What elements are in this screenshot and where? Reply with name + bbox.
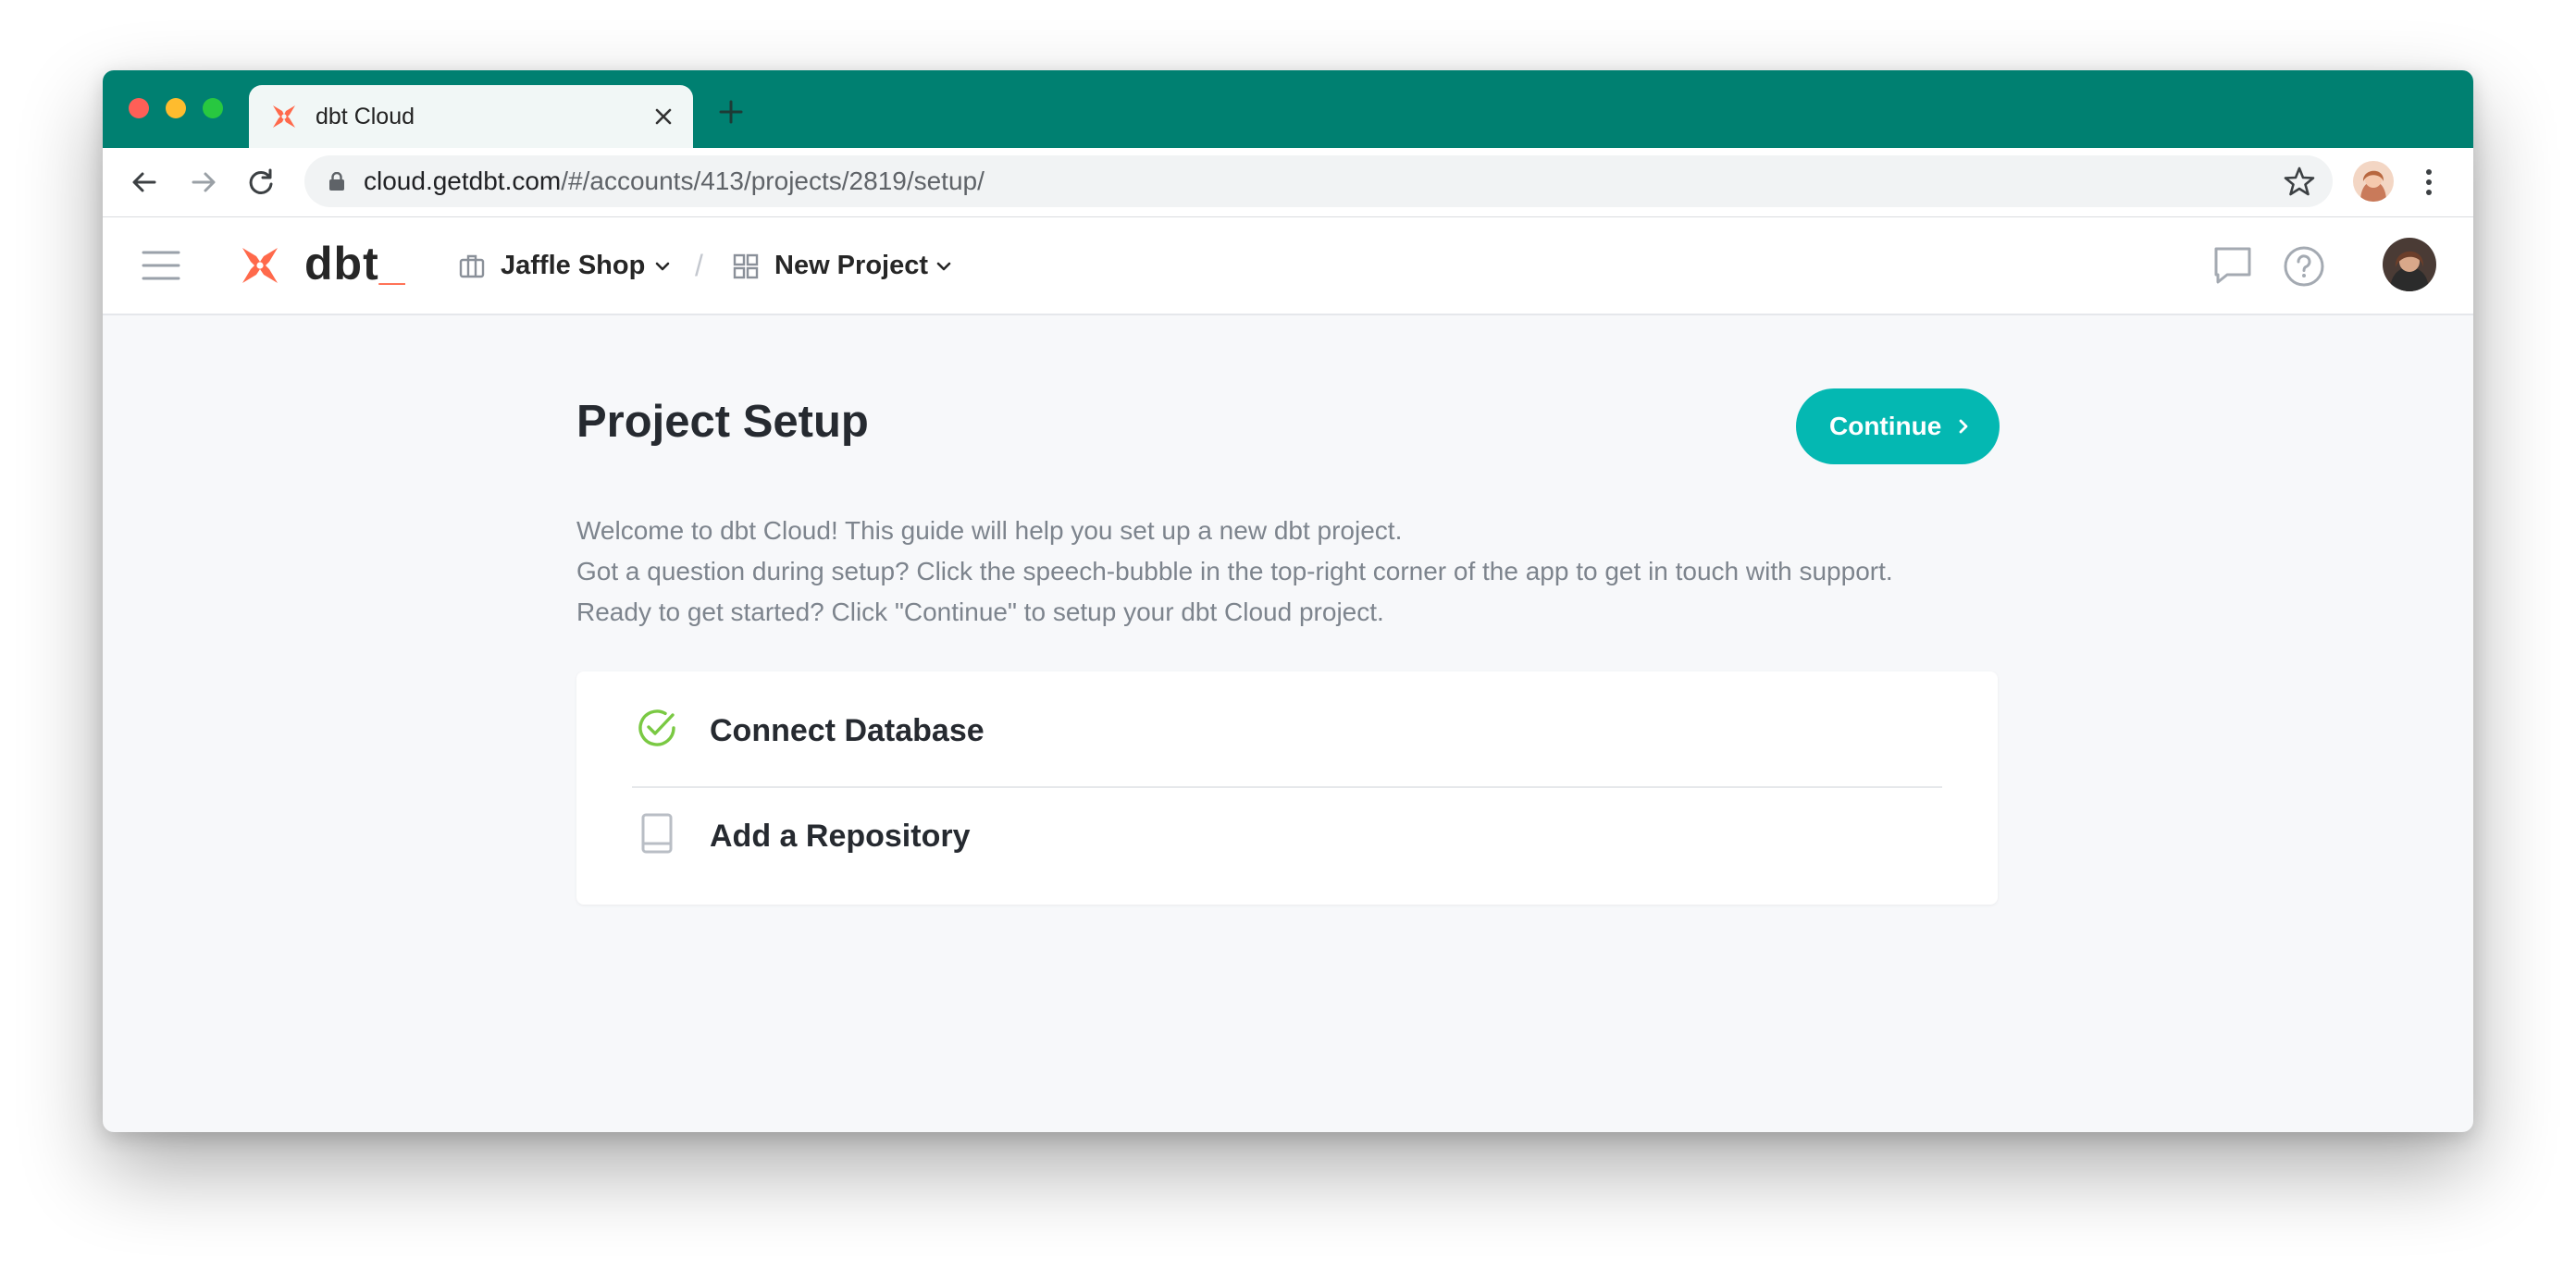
close-window-button[interactable] <box>129 98 149 118</box>
chevron-right-icon <box>1959 419 1968 434</box>
setup-steps-card: Connect Database Add a Repository <box>576 671 1998 905</box>
speech-bubble-icon[interactable] <box>2212 245 2253 286</box>
intro-text-line: Got a question during setup? Click the s… <box>576 557 1893 585</box>
browser-tab-bar: dbt Cloud <box>103 70 2473 148</box>
tab-title: dbt Cloud <box>316 104 415 129</box>
profile-photo-icon <box>2353 161 2394 202</box>
reload-icon[interactable] <box>245 166 277 198</box>
browser-menu-icon[interactable] <box>2420 166 2438 198</box>
intro-text-line: Welcome to dbt Cloud! This guide will he… <box>576 516 1403 545</box>
back-arrow-icon[interactable] <box>129 166 160 198</box>
step-label: Connect Database <box>710 713 985 748</box>
lock-icon <box>329 172 344 191</box>
user-photo-icon <box>2383 238 2436 291</box>
app-header: dbt_ Jaffle Shop / New Project <box>103 217 2473 315</box>
logo-underscore: _ <box>378 238 406 290</box>
dbt-logo-text[interactable]: dbt_ <box>304 238 406 290</box>
briefcase-icon <box>459 254 485 278</box>
chevron-down-icon <box>936 262 951 271</box>
minimize-window-button[interactable] <box>166 98 186 118</box>
url-host: cloud.getdbt.com <box>364 166 562 195</box>
step-add-repository[interactable]: Add a Repository <box>576 777 1998 882</box>
forward-arrow-icon[interactable] <box>188 166 219 198</box>
dbt-logo-icon[interactable] <box>238 243 282 288</box>
step-connect-database[interactable]: Connect Database <box>576 671 1998 788</box>
help-icon[interactable] <box>2283 245 2325 288</box>
address-bar[interactable]: cloud.getdbt.com/#/accounts/413/projects… <box>304 155 2333 207</box>
browser-toolbar: cloud.getdbt.com/#/accounts/413/projects… <box>103 148 2473 217</box>
dbt-favicon-icon <box>273 105 295 128</box>
new-tab-icon[interactable] <box>717 98 745 126</box>
url-path: /#/accounts/413/projects/2819/setup/ <box>561 166 985 195</box>
grid-icon <box>733 253 759 279</box>
url-text: cloud.getdbt.com/#/accounts/413/projects… <box>364 166 985 196</box>
book-icon <box>641 813 673 854</box>
intro-text-line: Ready to get started? Click "Continue" t… <box>576 598 1384 626</box>
bookmark-star-icon[interactable] <box>2283 165 2316 198</box>
check-circle-icon <box>638 709 675 746</box>
step-label: Add a Repository <box>710 819 971 854</box>
browser-tab[interactable]: dbt Cloud <box>249 85 693 148</box>
continue-button-label: Continue <box>1829 412 1942 440</box>
page-title: Project Setup <box>576 397 869 447</box>
breadcrumb-separator: / <box>695 249 703 282</box>
browser-profile-avatar[interactable] <box>2353 161 2394 202</box>
account-name: Jaffle Shop <box>501 251 646 280</box>
user-avatar[interactable] <box>2383 238 2436 291</box>
close-tab-icon[interactable] <box>650 104 676 129</box>
continue-button[interactable]: Continue <box>1796 388 2000 464</box>
browser-window: dbt Cloud cloud.getdbt.com/#/accounts/41… <box>103 70 2473 1132</box>
hamburger-menu-icon[interactable] <box>142 249 180 282</box>
chevron-down-icon <box>655 262 670 271</box>
maximize-window-button[interactable] <box>203 98 223 118</box>
project-name: New Project <box>774 251 928 280</box>
logo-word: dbt <box>304 238 379 290</box>
